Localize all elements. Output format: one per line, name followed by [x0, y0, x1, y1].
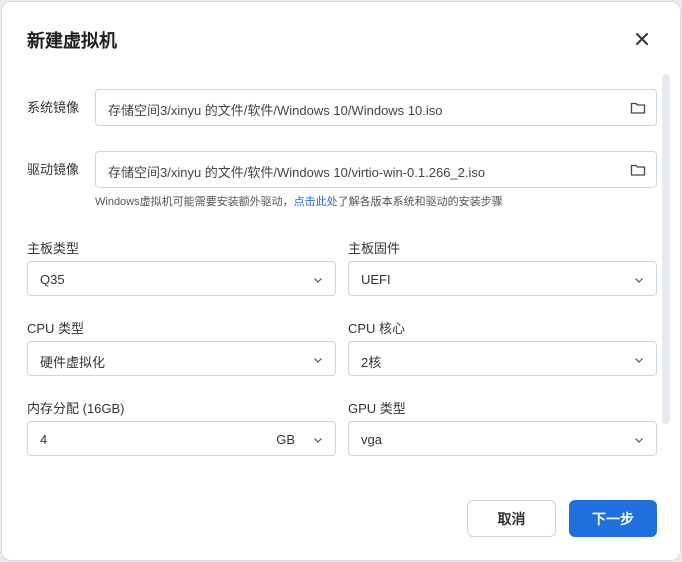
scrollbar[interactable]: [662, 74, 670, 424]
driver-image-label: 驱动镜像: [27, 162, 80, 177]
dialog-title: 新建虚拟机: [27, 31, 117, 51]
folder-icon[interactable]: [630, 100, 646, 116]
chevron-down-icon: [635, 358, 643, 363]
new-vm-dialog: 新建虚拟机 系统镜像 存储空间3/xinyu 的文件/软件/Windows 10…: [1, 1, 681, 561]
gpu-type-label: GPU 类型: [348, 401, 406, 416]
memory-unit: GB: [276, 432, 295, 447]
memory-label: 内存分配 (16GB): [27, 401, 125, 416]
hint-text: Windows虚拟机可能需要安装额外驱动，: [95, 196, 294, 208]
cpu-cores-label: CPU 核心: [348, 321, 406, 336]
chevron-down-icon: [635, 278, 643, 283]
chevron-down-icon: [314, 358, 322, 363]
cpu-type-value: 硬件虚拟化: [40, 355, 106, 370]
hint-text-after: 了解各版本系统和驱动的安装步骤: [337, 196, 503, 208]
firmware-select[interactable]: UEFI: [348, 261, 657, 296]
gpu-type-select[interactable]: vga: [348, 421, 657, 456]
driver-hint: Windows虚拟机可能需要安装额外驱动，点击此处了解各版本系统和驱动的安装步骤: [95, 193, 503, 209]
motherboard-type-select[interactable]: Q35: [27, 261, 336, 296]
system-image-path: 存储空间3/xinyu 的文件/软件/Windows 10/Windows 10…: [108, 103, 443, 118]
firmware-value: UEFI: [361, 272, 391, 287]
system-image-label: 系统镜像: [27, 100, 80, 115]
folder-icon[interactable]: [630, 162, 646, 178]
gpu-type-value: vga: [361, 432, 382, 447]
chevron-down-icon: [635, 438, 643, 443]
hint-link[interactable]: 点击此处: [294, 196, 338, 208]
firmware-label: 主板固件: [348, 241, 401, 256]
close-icon: [636, 33, 648, 45]
chevron-down-icon[interactable]: [313, 435, 323, 445]
cpu-cores-value: 2核: [361, 355, 382, 370]
system-image-field[interactable]: 存储空间3/xinyu 的文件/软件/Windows 10/Windows 10…: [95, 89, 657, 126]
driver-image-path: 存储空间3/xinyu 的文件/软件/Windows 10/virtio-win…: [108, 165, 486, 180]
cpu-type-select[interactable]: 硬件虚拟化: [27, 341, 336, 376]
driver-image-field[interactable]: 存储空间3/xinyu 的文件/软件/Windows 10/virtio-win…: [95, 151, 657, 188]
cpu-cores-select[interactable]: 2核: [348, 341, 657, 376]
cancel-button[interactable]: 取消: [467, 500, 556, 537]
cpu-type-label: CPU 类型: [27, 321, 85, 336]
close-button[interactable]: [630, 27, 654, 51]
memory-value: 4: [40, 432, 48, 447]
motherboard-type-value: Q35: [40, 272, 65, 287]
motherboard-type-label: 主板类型: [27, 241, 80, 256]
memory-input[interactable]: 4 GB: [27, 421, 336, 456]
chevron-down-icon: [314, 278, 322, 283]
next-button[interactable]: 下一步: [569, 500, 657, 537]
